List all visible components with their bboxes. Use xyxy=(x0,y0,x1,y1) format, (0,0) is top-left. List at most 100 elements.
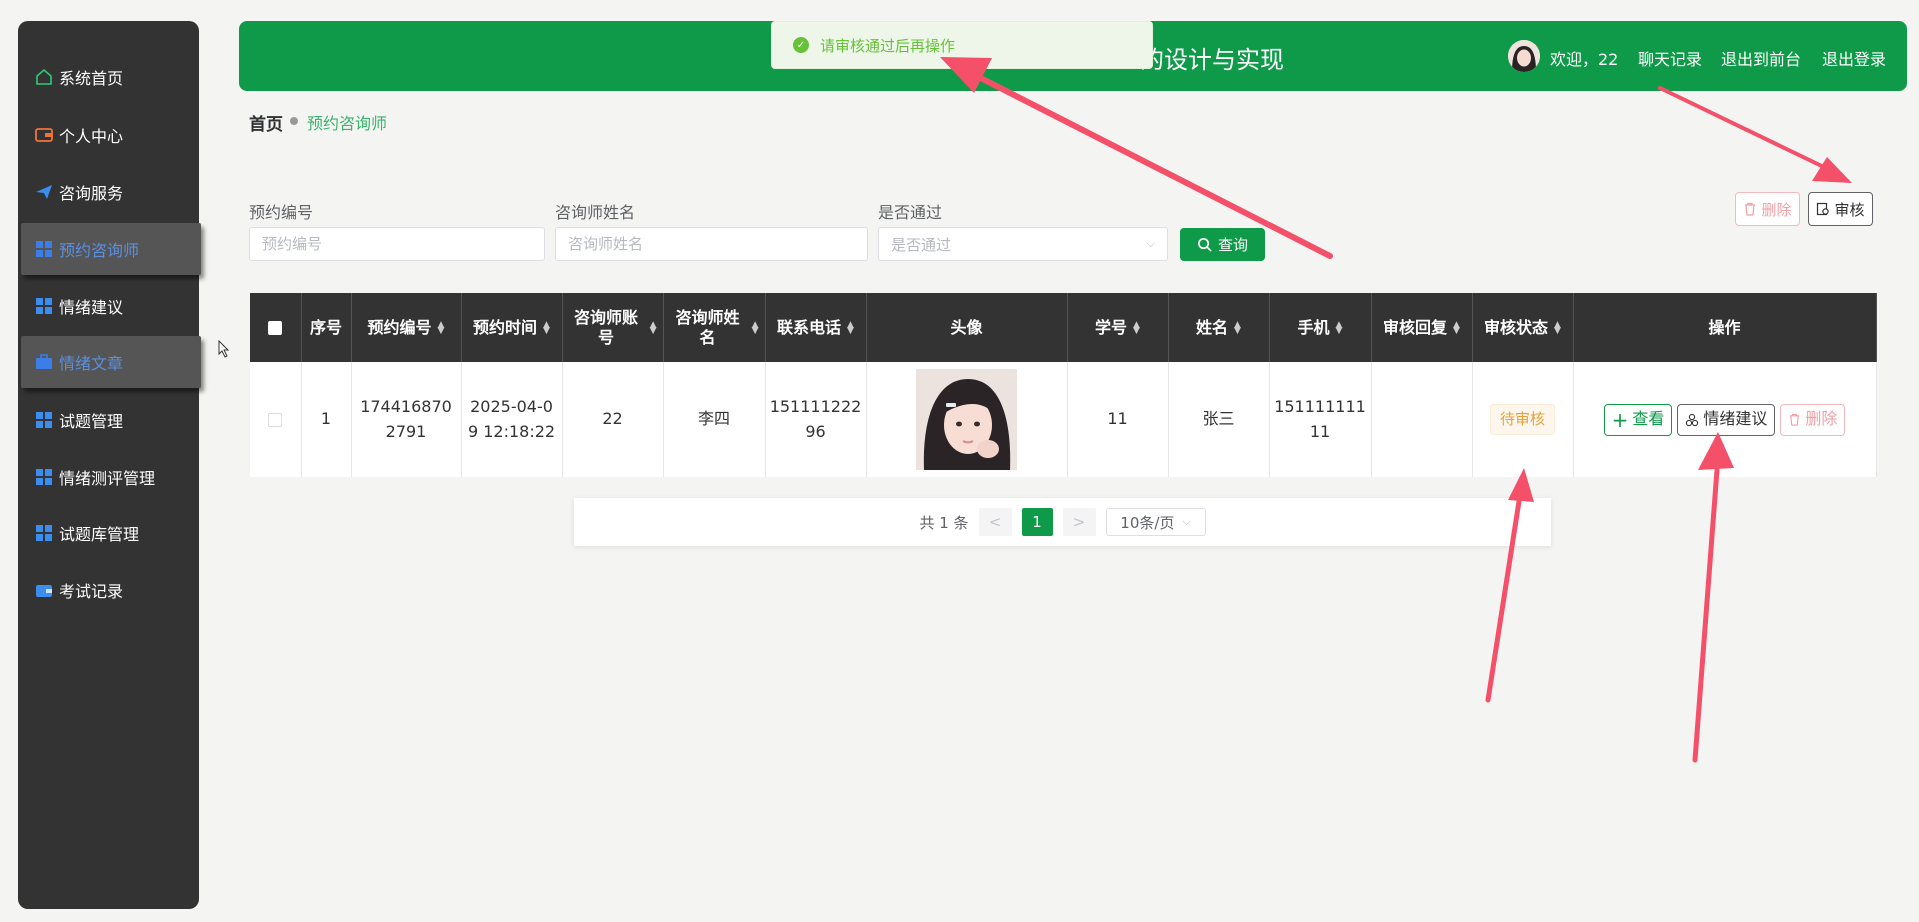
mouse-cursor-icon xyxy=(218,340,230,358)
grid-icon xyxy=(36,412,52,428)
sort-icon[interactable]: ▲ ▼ xyxy=(752,320,759,335)
bookings-table: 序号 预约编号 ▲ ▼ 预约时间 ▲ ▼ 咨询师账号 ▲ ▼ 咨询师姓名 ▲ ▼ 联系电话 ▲ ▼ … xyxy=(250,293,1877,477)
status-badge: 待审核 xyxy=(1489,403,1555,436)
counselor-name-input[interactable] xyxy=(555,227,868,261)
row-select-cell xyxy=(250,362,302,477)
plus-icon: + xyxy=(1611,407,1629,432)
row-checkbox[interactable] xyxy=(268,412,283,427)
sort-icon[interactable]: ▲ ▼ xyxy=(1133,320,1140,335)
cell-phone: 15111122296 xyxy=(765,362,867,477)
sidebar-item-emotion-articles[interactable]: 情绪文章 xyxy=(21,336,201,388)
col-header-phone[interactable]: 联系电话 ▲ ▼ xyxy=(765,293,867,362)
col-header-reply[interactable]: 审核回复 ▲ ▼ xyxy=(1371,293,1473,362)
wallet-icon xyxy=(35,128,53,142)
col-header-name[interactable]: 姓名 ▲ ▼ xyxy=(1168,293,1270,362)
avatar-photo xyxy=(916,369,1017,470)
grid-icon xyxy=(36,298,52,314)
sidebar-item-label: 咨询服务 xyxy=(59,184,124,203)
table-row: 1 1744168702791 2025-04-09 12:18:22 22 李… xyxy=(250,362,1877,477)
col-header-counselor-account[interactable]: 咨询师账号 ▲ ▼ xyxy=(562,293,664,362)
col-header-booking-time[interactable]: 预约时间 ▲ ▼ xyxy=(461,293,563,362)
breadcrumb-home[interactable]: 首页 xyxy=(249,110,283,135)
col-header-index: 序号 xyxy=(301,293,352,362)
search-icon xyxy=(1198,238,1212,252)
sort-icon[interactable]: ▲ ▼ xyxy=(543,320,550,335)
cell-index: 1 xyxy=(301,362,352,477)
sidebar-item-label: 系统首页 xyxy=(59,69,124,88)
col-header-avatar: 头像 xyxy=(866,293,1068,362)
chat-records-link[interactable]: 聊天记录 xyxy=(1638,46,1702,70)
col-header-mobile[interactable]: 手机 ▲ ▼ xyxy=(1269,293,1372,362)
cell-reply xyxy=(1371,362,1473,477)
cell-booking-no: 1744168702791 xyxy=(351,362,462,477)
pagination-total: 共 1 条 xyxy=(919,513,969,532)
prev-page-button[interactable]: < xyxy=(978,508,1012,536)
user-avatar[interactable] xyxy=(1508,40,1540,72)
select-all-cell xyxy=(250,293,302,362)
sidebar-item-book-counselor[interactable]: 预约咨询师 xyxy=(21,223,201,275)
audit-label: 审核 xyxy=(1834,200,1865,219)
sort-icon[interactable]: ▲ ▼ xyxy=(1336,320,1343,335)
arrowhead xyxy=(1812,157,1852,183)
sidebar-item-assessment-mgmt[interactable]: 情绪测评管理 xyxy=(34,459,155,495)
sort-icon[interactable]: ▲ ▼ xyxy=(1453,320,1460,335)
row-delete-button[interactable]: 删除 xyxy=(1780,403,1846,436)
query-button-label: 查询 xyxy=(1217,237,1248,254)
page-size-select[interactable]: 10条/页 ⌵ xyxy=(1105,508,1206,536)
col-header-booking-no[interactable]: 预约编号 ▲ ▼ xyxy=(351,293,462,362)
audit-button[interactable]: 审核 xyxy=(1808,192,1873,226)
approved-select[interactable]: 是否通过 ⌵ xyxy=(878,227,1168,261)
welcome-text: 欢迎，22 xyxy=(1550,50,1619,69)
trash-icon xyxy=(1745,202,1756,216)
cell-booking-time: 2025-04-09 12:18:22 xyxy=(461,362,563,477)
query-button[interactable]: 查询 xyxy=(1180,228,1265,261)
counselor-name-label: 咨询师姓名 xyxy=(555,203,636,222)
sidebar-item-question-bank[interactable]: 试题库管理 xyxy=(34,515,139,551)
sidebar-item-label: 情绪建议 xyxy=(59,298,124,317)
arrow-to-suggest xyxy=(1692,467,1720,763)
wallet-icon xyxy=(36,585,52,597)
sort-icon[interactable]: ▲ ▼ xyxy=(847,320,854,335)
view-button[interactable]: + 查看 xyxy=(1603,403,1673,436)
page-1-button[interactable]: 1 xyxy=(1021,508,1053,536)
select-all-checkbox[interactable] xyxy=(268,321,283,336)
cell-actions: + 查看 情绪建议 删除 xyxy=(1573,362,1877,477)
chevron-down-icon: ⌵ xyxy=(1182,515,1191,528)
booking-no-input[interactable] xyxy=(249,227,545,261)
sidebar-item-label: 个人中心 xyxy=(59,127,124,146)
sidebar-item-label: 试题库管理 xyxy=(59,525,140,544)
exit-to-frontend-link[interactable]: 退出到前台 xyxy=(1721,46,1801,70)
chevron-down-icon: ⌵ xyxy=(1146,237,1155,250)
sidebar-item-home[interactable]: 系统首页 xyxy=(34,59,123,95)
logout-link[interactable]: 退出登录 xyxy=(1822,46,1886,70)
sort-icon[interactable]: ▲ ▼ xyxy=(438,320,445,335)
cell-mobile: 15111111111 xyxy=(1269,362,1372,477)
grid-icon xyxy=(36,469,52,485)
pagination: 共 1 条 < 1 > 10条/页 ⌵ xyxy=(574,498,1551,546)
col-header-status[interactable]: 审核状态 ▲ ▼ xyxy=(1472,293,1574,362)
sidebar-item-profile[interactable]: 个人中心 xyxy=(34,117,123,153)
emotion-advice-button[interactable]: 情绪建议 xyxy=(1677,403,1776,436)
cell-counselor-name: 李四 xyxy=(663,362,766,477)
sort-icon[interactable]: ▲ ▼ xyxy=(650,320,657,335)
bulk-delete-label: 删除 xyxy=(1761,200,1792,219)
approved-select-placeholder: 是否通过 xyxy=(891,235,952,254)
next-page-button[interactable]: > xyxy=(1062,508,1096,536)
sidebar-item-label: 试题管理 xyxy=(59,412,124,431)
cell-status: 待审核 xyxy=(1472,362,1574,477)
toast-message: ✓ 请审核通过后再操作 xyxy=(771,21,1153,69)
sort-icon[interactable]: ▲ ▼ xyxy=(1234,320,1241,335)
col-header-counselor-name[interactable]: 咨询师姓名 ▲ ▼ xyxy=(663,293,766,362)
sidebar-item-consult[interactable]: 咨询服务 xyxy=(34,174,123,210)
arrow-to-audit xyxy=(1658,86,1832,172)
sidebar-item-exam-records[interactable]: 考试记录 xyxy=(34,572,123,608)
bulk-delete-button[interactable]: 删除 xyxy=(1735,192,1800,226)
grid-icon xyxy=(36,525,52,541)
sort-icon[interactable]: ▲ ▼ xyxy=(1554,320,1561,335)
sidebar-item-question-mgmt[interactable]: 试题管理 xyxy=(34,402,123,438)
approved-label: 是否通过 xyxy=(878,203,943,222)
col-header-student-no[interactable]: 学号 ▲ ▼ xyxy=(1067,293,1169,362)
sidebar-item-emotion-advice[interactable]: 情绪建议 xyxy=(34,288,123,324)
check-circle-icon: ✓ xyxy=(793,37,809,53)
cluster-icon xyxy=(1686,413,1699,426)
